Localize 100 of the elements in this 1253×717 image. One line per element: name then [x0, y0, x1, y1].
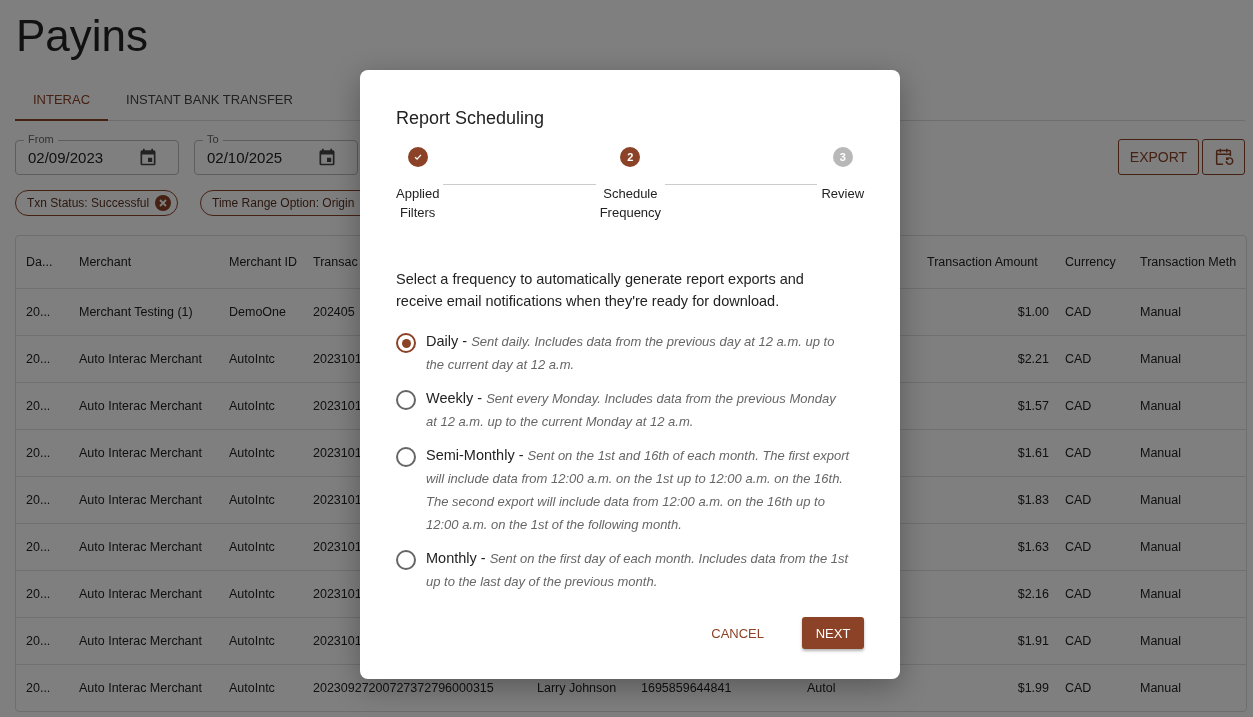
table-cell: $1.61	[1017, 446, 1049, 460]
tab[interactable]: INTERAC	[15, 82, 109, 121]
schedule-button[interactable]	[1202, 139, 1245, 175]
column-header[interactable]: Merchant ID	[229, 255, 298, 269]
table-cell: AutoIntc	[229, 681, 275, 695]
next-button[interactable]: NEXT	[802, 617, 864, 649]
column-header[interactable]: Merchant	[79, 255, 132, 269]
table-cell: AutoIntc	[229, 352, 275, 366]
cancel-button[interactable]: CANCEL	[705, 624, 770, 642]
table-cell: DemoOne	[229, 305, 286, 319]
check-icon	[407, 147, 428, 167]
table-cell: 20230927200727372796000315	[313, 681, 494, 695]
tab[interactable]: INSTANT BANK TRANSFER	[108, 82, 311, 121]
table-cell: CAD	[1065, 305, 1092, 319]
table-cell: 20...	[26, 540, 51, 554]
table-cell: Auto Interac Merchant	[79, 352, 202, 366]
column-header[interactable]: Transaction Meth	[1140, 255, 1237, 269]
table-cell: Autol	[807, 681, 836, 695]
table-cell: CAD	[1065, 587, 1092, 601]
table-cell: 2023101	[313, 446, 362, 460]
radio-button[interactable]	[396, 550, 416, 570]
table-cell: Larry Johnson	[537, 681, 617, 695]
table-cell: $1.57	[1017, 399, 1049, 413]
radio-button[interactable]	[396, 333, 416, 353]
column-header[interactable]: Da...	[26, 255, 53, 269]
table-cell: AutoIntc	[229, 540, 275, 554]
table-cell: 20...	[26, 587, 51, 601]
table-cell: CAD	[1065, 399, 1092, 413]
table-cell: Manual	[1140, 399, 1181, 413]
table-cell: Auto Interac Merchant	[79, 446, 202, 460]
remove-icon[interactable]	[155, 195, 172, 211]
table-cell: AutoIntc	[229, 493, 275, 507]
table-cell: $1.00	[1017, 305, 1049, 319]
table-cell: Auto Interac Merchant	[79, 493, 202, 507]
column-header[interactable]: Transaction Amount	[927, 255, 1038, 269]
radio-button[interactable]	[396, 390, 416, 410]
option-text: Semi-Monthly - Sent on the 1st and 16th of each month. The first export will include data from 12:00 a.m. on the 1st up to 12:00 a.m. on the 16th. The second export will include data from 12:00 a.m. on the 16th up to 12:00 a.m. on the 1st of the following month.	[426, 446, 851, 534]
option-text: Weekly - Sent every Monday. Includes data from the previous Monday at 12 a.m. up to the current Monday at 12 a.m.	[426, 389, 837, 431]
table-cell: 20...	[26, 446, 51, 460]
step-label: Applied Filters	[396, 185, 440, 222]
step-label: Schedule Frequency	[599, 185, 662, 222]
calendar-icon[interactable]	[138, 147, 158, 167]
date-input[interactable]: 02/10/2025	[207, 148, 317, 166]
table-cell: Auto Interac Merchant	[79, 587, 202, 601]
table-cell: 2023101	[313, 399, 362, 413]
radio-button[interactable]	[396, 447, 416, 467]
table-cell: 2023101	[313, 540, 362, 554]
field-label: From	[24, 132, 58, 145]
table-cell: 1695859644841	[641, 681, 732, 695]
column-header[interactable]: Currency	[1065, 255, 1116, 269]
table-cell: $2.16	[1017, 587, 1049, 601]
table-cell: $1.63	[1017, 540, 1049, 554]
table-cell: 2023101	[313, 587, 362, 601]
table-cell: CAD	[1065, 493, 1092, 507]
table-cell: CAD	[1065, 446, 1092, 460]
table-cell: Merchant Testing (1)	[79, 305, 193, 319]
table-cell: 20...	[26, 493, 51, 507]
table-cell: 2023101	[313, 634, 362, 648]
table-cell: AutoIntc	[229, 446, 275, 460]
export-button[interactable]: EXPORT	[1118, 139, 1199, 175]
table-cell: Manual	[1140, 305, 1181, 319]
page-title: Payins	[16, 10, 150, 62]
table-cell: Auto Interac Merchant	[79, 540, 202, 554]
table-cell: CAD	[1065, 681, 1092, 695]
option-text: Daily - Sent daily. Includes data from the previous day at 12 a.m. up to the current day at 12 a.m.	[426, 332, 836, 374]
field-label: To	[203, 132, 223, 145]
table-cell: 20...	[26, 352, 51, 366]
table-cell: CAD	[1065, 634, 1092, 648]
table-cell: 20...	[26, 305, 51, 319]
table-cell: AutoIntc	[229, 634, 275, 648]
option-text: Monthly - Sent on the first day of each month. Includes data from the 1st up to the last day of the previous month.	[426, 549, 850, 591]
table-cell: Auto Interac Merchant	[79, 634, 202, 648]
table-cell: CAD	[1065, 540, 1092, 554]
table-cell: $1.99	[1017, 681, 1049, 695]
table-cell: Auto Interac Merchant	[79, 399, 202, 413]
table-cell: 2023101	[313, 493, 362, 507]
table-cell: $1.83	[1017, 493, 1049, 507]
calendar-icon[interactable]	[317, 147, 337, 167]
table-cell: Manual	[1140, 634, 1181, 648]
table-cell: 20...	[26, 634, 51, 648]
step-label: Review	[821, 185, 864, 203]
column-header[interactable]: Transac	[313, 255, 358, 269]
table-cell: AutoIntc	[229, 587, 275, 601]
table-cell: 20...	[26, 681, 51, 695]
table-cell: CAD	[1065, 352, 1092, 366]
table-cell: Manual	[1140, 540, 1181, 554]
table-cell: Manual	[1140, 352, 1181, 366]
table-cell: $1.91	[1017, 634, 1049, 648]
table-cell: Manual	[1140, 587, 1181, 601]
date-input[interactable]: 02/09/2023	[28, 148, 138, 166]
table-cell: 202405	[313, 305, 355, 319]
table-cell: $2.21	[1017, 352, 1049, 366]
table-cell: AutoIntc	[229, 399, 275, 413]
table-cell: Manual	[1140, 681, 1181, 695]
step-number: 2	[620, 147, 641, 167]
table-cell: 2023101	[313, 352, 362, 366]
table-cell: Manual	[1140, 493, 1181, 507]
table-cell: Manual	[1140, 446, 1181, 460]
step-number: 3	[832, 147, 853, 167]
table-cell: Auto Interac Merchant	[79, 681, 202, 695]
